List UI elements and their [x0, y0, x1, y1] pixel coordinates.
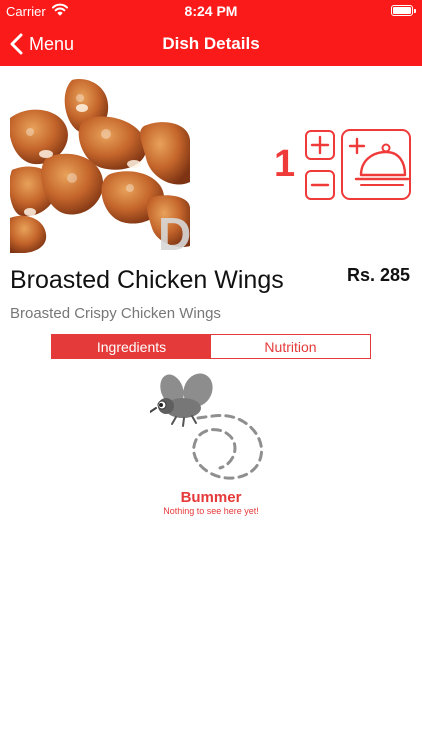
dish-image: D	[10, 78, 190, 253]
add-to-order-button[interactable]	[341, 129, 411, 200]
increase-quantity-button[interactable]	[305, 130, 335, 160]
minus-icon	[310, 183, 330, 187]
decrease-quantity-button[interactable]	[305, 170, 335, 200]
serving-cloche-icon	[348, 137, 409, 186]
details-segmented-control: Ingredients Nutrition	[51, 334, 371, 359]
empty-state-title: Bummer	[180, 489, 242, 506]
tab-nutrition[interactable]: Nutrition	[211, 335, 370, 358]
fly-icon	[150, 368, 275, 486]
page-title: Dish Details	[162, 34, 260, 53]
battery-icon	[391, 5, 416, 16]
dish-name: Broasted Chicken Wings	[10, 266, 284, 294]
quantity-value: 1	[274, 143, 296, 185]
dish-price: Rs. 285	[346, 265, 410, 285]
navigation-header: Carrier 8:24 PM Menu Dish Details	[0, 0, 422, 66]
dish-description: Broasted Crispy Chicken Wings	[10, 305, 221, 322]
status-bar: Carrier 8:24 PM	[0, 0, 422, 22]
empty-state-subtitle: Nothing to see here yet!	[163, 506, 259, 516]
dish-image-watermark: D	[158, 208, 190, 253]
status-time: 8:24 PM	[184, 3, 238, 19]
plus-icon	[310, 135, 330, 155]
tab-ingredients[interactable]: Ingredients	[52, 335, 211, 358]
